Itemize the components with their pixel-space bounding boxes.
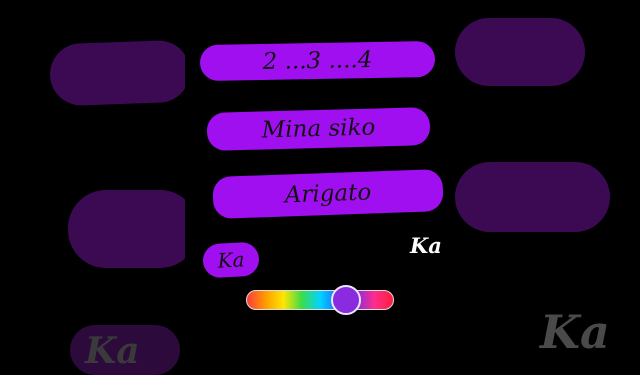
color-slider[interactable] (246, 285, 394, 315)
lyric-text: Ka (216, 247, 246, 273)
lyric-pill-3[interactable]: Arigato (212, 168, 444, 220)
lyric-pill-1[interactable]: 2 ...3 ....4 (199, 40, 436, 82)
lyric-pill-4[interactable]: Ka (202, 241, 260, 279)
color-slider-thumb[interactable] (330, 285, 361, 315)
blurred-background-text: Ka (540, 305, 610, 359)
blurred-background-pill (48, 39, 192, 107)
lyric-pill-2[interactable]: Mina siko (206, 107, 431, 151)
lyric-text: Mina siko (261, 114, 376, 144)
lyric-text: 2 ...3 ....4 (262, 47, 373, 75)
blurred-background-text: Ka (85, 330, 140, 372)
blurred-background-pill (455, 162, 610, 232)
floating-lyric-text: Ka (410, 233, 442, 258)
lyric-text: Arigato (284, 179, 372, 209)
blurred-background-pill (455, 18, 585, 86)
blurred-background-pill (68, 190, 198, 268)
